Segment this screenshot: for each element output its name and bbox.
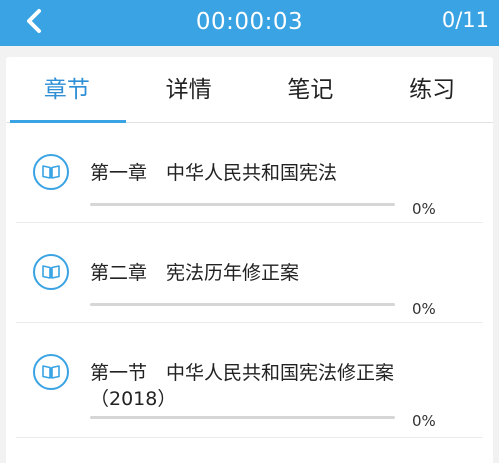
question-counter: 0/11 <box>441 8 489 32</box>
tab-notes[interactable]: 笔记 <box>250 57 372 122</box>
chapter-title: 第一节 中华人民共和国宪法修正案（2018） <box>90 362 395 410</box>
book-icon <box>33 254 69 290</box>
chapter-item[interactable]: 第一节 中华人民共和国宪法修正案（2018） 0% <box>16 323 483 438</box>
chapter-title: 第一章 中华人民共和国宪法 <box>90 162 338 184</box>
elapsed-timer: 00:00:03 <box>195 9 304 35</box>
progress-bar <box>90 416 395 419</box>
tab-bar: 章节 详情 笔记 练习 <box>6 57 493 123</box>
chapter-list: 第一章 中华人民共和国宪法 0% 第二章 宪法历年修正案 0% 第一节 中华人民… <box>6 123 493 438</box>
progress-bar <box>90 303 395 306</box>
progress-percent: 0% <box>412 300 436 318</box>
progress-percent: 0% <box>412 412 436 430</box>
book-icon <box>33 354 69 390</box>
progress-percent: 0% <box>412 200 436 218</box>
content-panel: 章节 详情 笔记 练习 第一章 中华人民共和国宪法 0% 第二章 宪法历年修正案… <box>6 57 493 463</box>
chapter-item[interactable]: 第一章 中华人民共和国宪法 0% <box>16 123 483 223</box>
book-icon <box>33 154 69 190</box>
tab-chapters[interactable]: 章节 <box>6 57 128 123</box>
progress-bar <box>90 203 395 206</box>
tab-practice[interactable]: 练习 <box>371 57 493 122</box>
chapter-item[interactable]: 第二章 宪法历年修正案 0% <box>16 223 483 323</box>
top-bar: 00:00:03 0/11 <box>0 0 499 46</box>
chapter-title: 第二章 宪法历年修正案 <box>90 262 300 284</box>
tab-details[interactable]: 详情 <box>128 57 250 122</box>
